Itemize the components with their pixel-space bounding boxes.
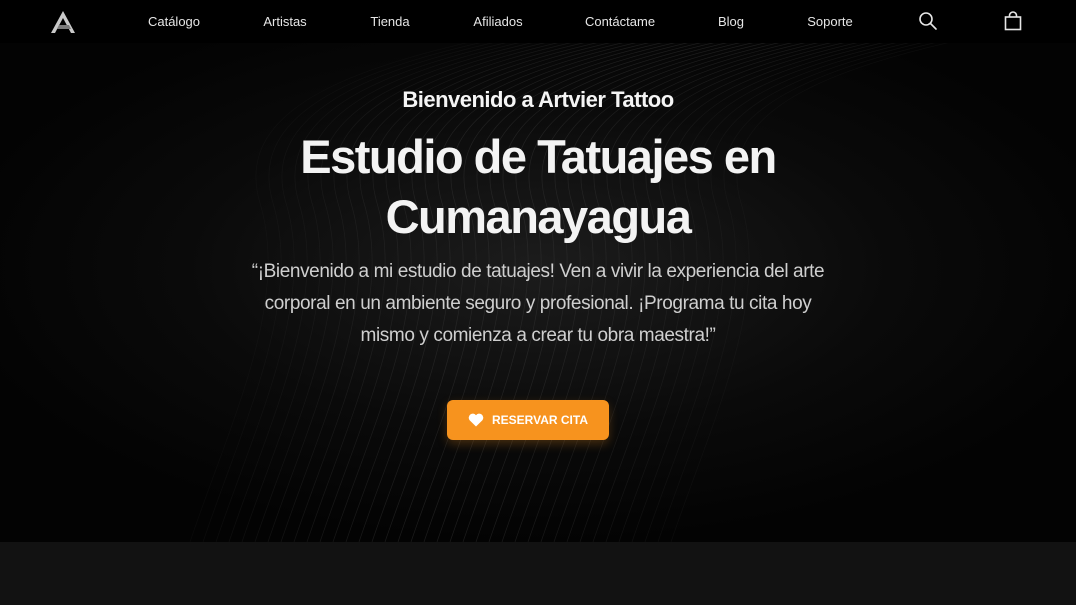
nav-link-afiliados[interactable]: Afiliados bbox=[473, 0, 522, 43]
hero-section: Bienvenido a Artvier Tattoo Estudio de T… bbox=[0, 43, 1076, 542]
search-icon[interactable] bbox=[918, 11, 938, 31]
hero-quote: “¡Bienvenido a mi estudio de tatuajes! V… bbox=[251, 261, 825, 346]
hero-eyebrow: Bienvenido a Artvier Tattoo bbox=[402, 87, 674, 112]
shopping-bag-icon[interactable] bbox=[1003, 11, 1023, 31]
nav-link-blog[interactable]: Blog bbox=[718, 0, 744, 43]
nav-link-catalogo[interactable]: Catálogo bbox=[148, 0, 200, 43]
heart-icon bbox=[468, 413, 484, 427]
reservar-cita-label: RESERVAR CITA bbox=[491, 413, 588, 427]
nav-link-contactame[interactable]: Contáctame bbox=[585, 0, 655, 43]
nav-link-artistas[interactable]: Artistas bbox=[263, 0, 306, 43]
artvier-logo-icon[interactable] bbox=[50, 10, 76, 34]
next-section bbox=[0, 542, 1076, 605]
hero-headline: Estudio de Tatuajes en Cumanayagua bbox=[300, 130, 777, 243]
reservar-cita-button[interactable]: RESERVAR CITA bbox=[447, 400, 609, 440]
nav-link-tienda[interactable]: Tienda bbox=[370, 0, 409, 43]
nav-link-soporte[interactable]: Soporte bbox=[807, 0, 853, 43]
top-navigation: Catálogo Artistas Tienda Afiliados Contá… bbox=[0, 0, 1076, 43]
